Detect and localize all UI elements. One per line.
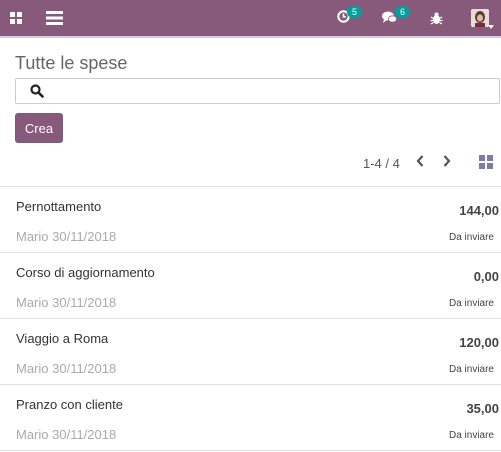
expense-amount: 144,00 <box>459 203 499 218</box>
bug-icon[interactable] <box>428 0 444 36</box>
messages-badge: 6 <box>395 6 410 18</box>
expense-list: Pernottamento 144,00 Mario 30/11/2018 Da… <box>0 186 501 451</box>
expense-card[interactable]: Pranzo con cliente 35,00 Mario 30/11/201… <box>0 385 501 451</box>
top-navbar: 5 6 <box>0 0 501 36</box>
activity-badge: 5 <box>347 6 362 18</box>
chevron-left-icon <box>416 154 424 172</box>
kanban-view-icon[interactable] <box>479 155 493 169</box>
search-bar[interactable] <box>15 78 500 104</box>
user-menu-button[interactable] <box>466 0 494 36</box>
expense-status: Da inviare <box>448 430 494 441</box>
pager-value[interactable]: 1-4 / 4 <box>363 156 400 171</box>
expense-amount: 120,00 <box>459 335 499 350</box>
expense-employee-date: Mario 30/11/2018 <box>16 295 117 310</box>
page-title: Tutte le spese <box>15 53 128 73</box>
expense-status: Da inviare <box>448 298 494 309</box>
expense-amount: 35,00 <box>466 401 499 416</box>
chevron-down-icon <box>488 16 494 34</box>
expense-employee-date: Mario 30/11/2018 <box>16 427 117 442</box>
expense-name: Pernottamento <box>16 199 102 214</box>
hamburger-menu-icon[interactable] <box>45 0 63 36</box>
control-panel: Tutte le spese Crea 1-4 / 4 <box>0 36 501 186</box>
activity-menu-button[interactable]: 5 <box>335 0 365 36</box>
expense-card[interactable]: Corso di aggiornamento 0,00 Mario 30/11/… <box>0 253 501 319</box>
expense-employee-date: Mario 30/11/2018 <box>16 229 117 244</box>
messages-menu-button[interactable]: 6 <box>380 0 410 36</box>
avatar <box>471 9 489 27</box>
chevron-right-icon <box>443 154 451 172</box>
search-input[interactable] <box>52 81 492 101</box>
expense-name: Pranzo con cliente <box>16 397 123 412</box>
expense-name: Corso di aggiornamento <box>16 265 155 280</box>
search-icon <box>30 84 44 103</box>
pager-next-button[interactable] <box>438 153 456 173</box>
expense-card[interactable]: Pernottamento 144,00 Mario 30/11/2018 Da… <box>0 187 501 253</box>
expense-name: Viaggio a Roma <box>16 331 109 346</box>
expense-employee-date: Mario 30/11/2018 <box>16 361 117 376</box>
pager-previous-button[interactable] <box>411 153 429 173</box>
expense-status: Da inviare <box>448 232 494 243</box>
expense-status: Da inviare <box>448 364 494 375</box>
apps-grid-icon[interactable] <box>8 0 24 36</box>
expense-card[interactable]: Viaggio a Roma 120,00 Mario 30/11/2018 D… <box>0 319 501 385</box>
create-button[interactable]: Crea <box>15 113 63 143</box>
expense-amount: 0,00 <box>473 269 499 284</box>
